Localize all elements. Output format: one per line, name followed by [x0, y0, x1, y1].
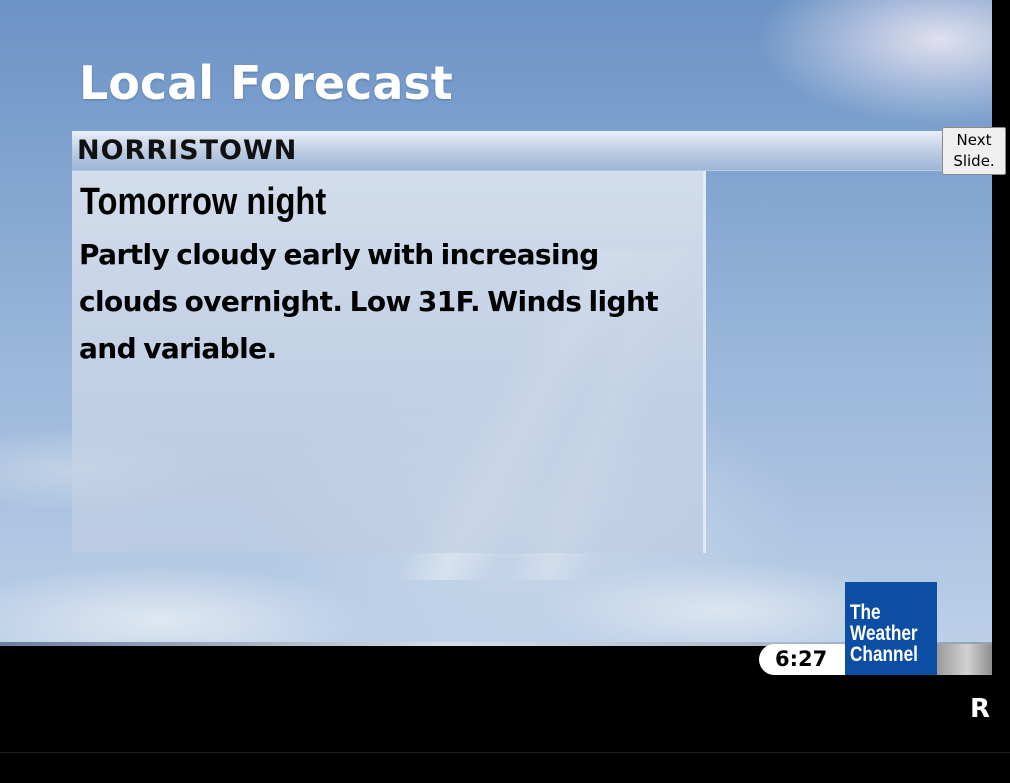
- sky-background: Local Forecast NORRISTOWN Tomorrow night…: [0, 0, 992, 645]
- weather-channel-logo: The Weather Channel: [845, 582, 937, 675]
- footer-gray-tab: [937, 644, 992, 675]
- location-name: NORRISTOWN: [77, 135, 298, 166]
- location-bar: NORRISTOWN: [72, 131, 950, 170]
- bottom-divider: [0, 752, 1010, 753]
- forecast-description: Partly cloudy early with increasing clou…: [79, 238, 659, 365]
- logo-text: The Weather Channel: [850, 601, 918, 666]
- page-title: Local Forecast: [79, 56, 453, 110]
- forecast-panel: Tomorrow night Partly cloudy early with …: [72, 171, 706, 553]
- forecast-period-title: Tomorrow night: [80, 181, 327, 223]
- clock-time: 6:27: [775, 647, 828, 671]
- next-slide-button[interactable]: Next Slide.: [942, 127, 1006, 175]
- clock-tab: 6:27: [759, 644, 847, 675]
- ticker-text: R: [970, 694, 991, 724]
- forecast-screen: Local Forecast NORRISTOWN Tomorrow night…: [0, 0, 1010, 783]
